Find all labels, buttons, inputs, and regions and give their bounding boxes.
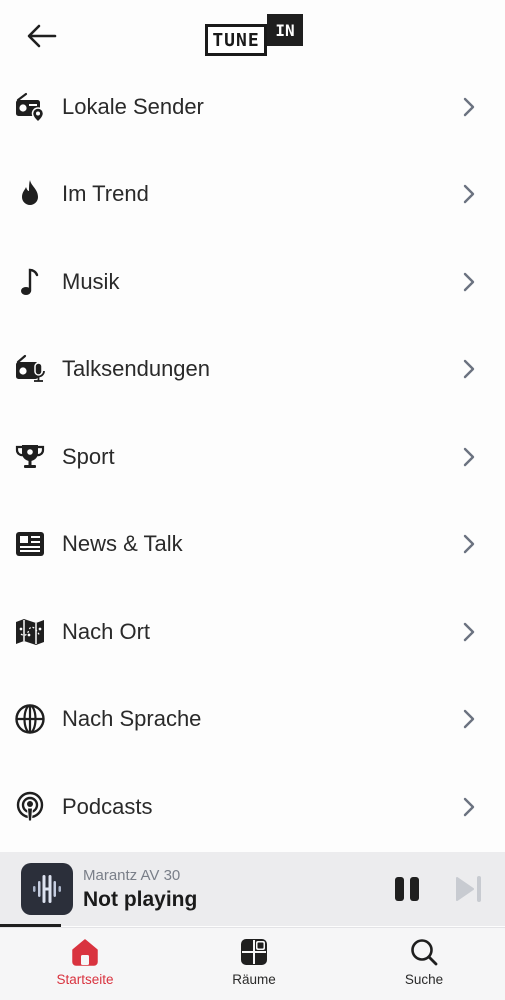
menu-item-label: Nach Sprache (62, 706, 202, 732)
menu-item-label: News & Talk (62, 531, 183, 557)
menu-item-talksendungen[interactable]: Talksendungen (0, 326, 505, 414)
menu-item-label: Talksendungen (62, 356, 211, 382)
menu-item-sport[interactable]: Sport (0, 413, 505, 501)
header: TUNE IN (0, 0, 505, 72)
player-device-name: Marantz AV 30 (83, 867, 181, 884)
menu-item-news-talk[interactable]: News & Talk (0, 501, 505, 589)
heos-logo-icon (33, 875, 61, 903)
tab-label: Suche (404, 972, 444, 987)
pause-icon-bar (410, 877, 419, 901)
arrow-left-icon (27, 24, 57, 48)
tunein-logo: TUNE IN (205, 14, 303, 58)
chevron-right-icon (460, 96, 478, 118)
map-icon (14, 616, 46, 648)
tab-label: Startseite (56, 972, 114, 987)
menu-item-musik[interactable]: Musik (0, 238, 505, 326)
menu-item-label: Musik (62, 268, 120, 294)
mini-player[interactable]: Marantz AV 30 Not playing (0, 852, 505, 926)
menu-item-podcasts[interactable]: Podcasts (0, 763, 505, 851)
music-note-icon (14, 266, 46, 298)
newspaper-icon (14, 528, 46, 560)
chevron-right-icon (460, 708, 478, 730)
pause-button[interactable] (393, 874, 421, 904)
radio-location-icon (14, 91, 46, 123)
skip-next-button[interactable] (453, 873, 487, 905)
chevron-right-icon (460, 796, 478, 818)
menu-item-nach-ort[interactable]: Nach Ort (0, 588, 505, 676)
trophy-icon (14, 441, 46, 473)
pause-icon-bar (395, 877, 404, 901)
menu-item-label: Nach Ort (62, 618, 151, 644)
chevron-right-icon (460, 446, 478, 468)
podcast-icon (14, 791, 46, 823)
category-menu: Lokale Sender Im Trend Musik Talksendung… (0, 63, 505, 851)
back-button[interactable] (22, 18, 62, 54)
chevron-right-icon (460, 533, 478, 555)
flame-icon (14, 178, 46, 210)
chevron-right-icon (460, 358, 478, 380)
search-icon (408, 936, 440, 968)
bottom-tab-bar: Startseite Räume Suche (0, 927, 505, 1000)
tab-raeume[interactable]: Räume (194, 928, 314, 1000)
radio-microphone-icon (14, 353, 46, 385)
menu-item-label: Lokale Sender (62, 93, 204, 119)
chevron-right-icon (460, 183, 478, 205)
tab-label: Räume (232, 972, 276, 987)
grid-icon (238, 936, 270, 968)
logo-tune-text: TUNE (205, 24, 267, 56)
globe-icon (14, 703, 46, 735)
menu-item-nach-sprache[interactable]: Nach Sprache (0, 676, 505, 764)
menu-item-label: Im Trend (62, 181, 149, 207)
player-artwork (21, 863, 73, 915)
logo-in-text: IN (267, 14, 303, 46)
skip-next-icon (456, 876, 481, 902)
home-icon (69, 936, 101, 968)
player-status: Not playing (83, 888, 198, 911)
menu-item-im-trend[interactable]: Im Trend (0, 151, 505, 239)
tab-startseite[interactable]: Startseite (25, 928, 145, 1000)
menu-item-label: Sport (62, 443, 115, 469)
menu-item-label: Podcasts (62, 793, 153, 819)
chevron-right-icon (460, 271, 478, 293)
menu-item-lokale-sender[interactable]: Lokale Sender (0, 63, 505, 151)
chevron-right-icon (460, 621, 478, 643)
tab-suche[interactable]: Suche (364, 928, 484, 1000)
